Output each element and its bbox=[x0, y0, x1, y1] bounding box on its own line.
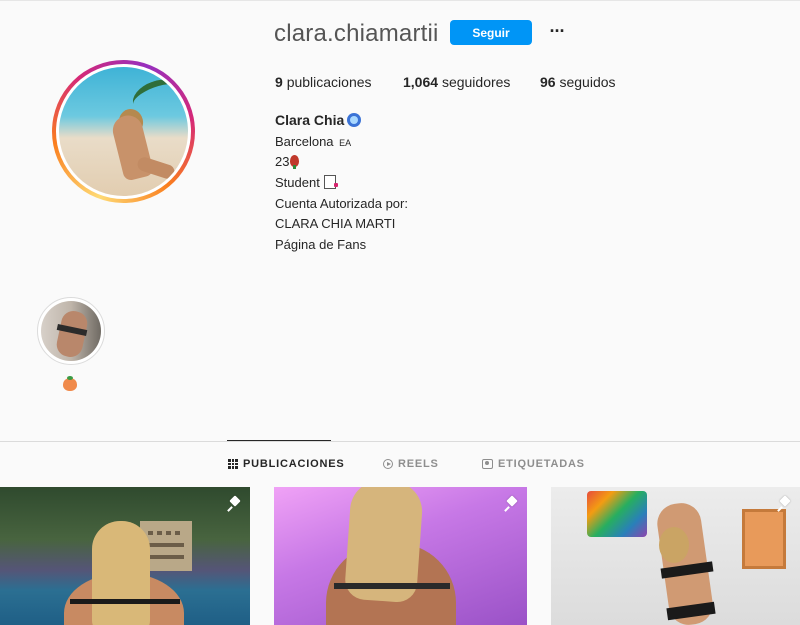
posts-count-label: publicaciones bbox=[286, 74, 372, 90]
tab-reels-label: REELS bbox=[398, 458, 439, 470]
peach-icon bbox=[63, 376, 77, 391]
posts-count-value: 9 bbox=[275, 74, 283, 90]
bio-full-name: Clara Chia bbox=[275, 112, 345, 128]
active-tab-indicator bbox=[227, 440, 331, 441]
bio-authorized-line: Cuenta Autorizada por: bbox=[275, 196, 408, 211]
post-wall-poster bbox=[587, 491, 647, 537]
post-figure-hair bbox=[659, 527, 689, 563]
reels-icon bbox=[383, 459, 393, 469]
tab-publicaciones[interactable]: PUBLICACIONES bbox=[228, 458, 344, 470]
bio-occupation-line: Student bbox=[275, 175, 338, 190]
post-wall-frame bbox=[742, 509, 786, 569]
post-thumbnail[interactable] bbox=[274, 487, 527, 625]
bio-age-line: 23 bbox=[275, 154, 300, 169]
following-count-label: seguidos bbox=[559, 74, 616, 90]
pin-icon bbox=[505, 497, 519, 511]
profile-username: clara.chiamartii bbox=[274, 20, 439, 47]
grid-icon bbox=[228, 459, 238, 469]
bio-city-line: Barcelona EA bbox=[275, 134, 351, 149]
profile-avatar[interactable] bbox=[52, 60, 195, 203]
followers-count-value: 1,064 bbox=[403, 74, 439, 90]
pin-icon bbox=[228, 497, 242, 511]
bio-occupation: Student bbox=[275, 175, 320, 190]
tab-etiquetadas-label: ETIQUETADAS bbox=[498, 458, 585, 470]
tag-icon bbox=[482, 459, 493, 469]
rose-icon bbox=[290, 155, 300, 169]
tab-etiquetadas[interactable]: ETIQUETADAS bbox=[482, 458, 585, 470]
bio-age: 23 bbox=[275, 154, 290, 169]
following-count-value: 96 bbox=[540, 74, 556, 90]
post-figure-strap bbox=[334, 583, 450, 589]
follow-button[interactable]: Seguir bbox=[450, 20, 532, 45]
followers-count[interactable]: 1,064 seguidores bbox=[403, 74, 510, 90]
pin-icon bbox=[778, 497, 792, 511]
post-figure-hair bbox=[92, 521, 150, 625]
window-top-edge bbox=[0, 0, 800, 8]
bio-city: Barcelona bbox=[275, 134, 334, 149]
bio-owner-line: CLARA CHIA MARTI bbox=[275, 216, 396, 231]
post-thumbnail[interactable] bbox=[0, 487, 250, 625]
post-figure-strap bbox=[70, 599, 180, 604]
tab-publicaciones-label: PUBLICACIONES bbox=[243, 458, 345, 470]
more-options-icon[interactable]: ··· bbox=[545, 20, 569, 44]
highlight-label bbox=[63, 376, 77, 394]
avatar-border bbox=[56, 64, 191, 199]
post-thumbnail[interactable] bbox=[551, 487, 800, 625]
following-count[interactable]: 96 seguidos bbox=[540, 74, 616, 90]
bio-city-suffix: EA bbox=[339, 138, 352, 148]
bio-fans-line: Página de Fans bbox=[275, 237, 367, 252]
story-highlight[interactable] bbox=[37, 297, 105, 365]
tab-reels[interactable]: REELS bbox=[383, 458, 439, 470]
tabs-divider bbox=[0, 441, 800, 442]
verified-badge-icon bbox=[347, 113, 362, 127]
bio-name-line: Clara Chia bbox=[275, 112, 362, 128]
followers-count-label: seguidores bbox=[441, 74, 511, 90]
posts-count: 9 publicaciones bbox=[275, 74, 372, 90]
avatar-photo bbox=[59, 67, 188, 196]
memo-icon bbox=[323, 175, 338, 189]
highlight-photo bbox=[41, 301, 101, 361]
